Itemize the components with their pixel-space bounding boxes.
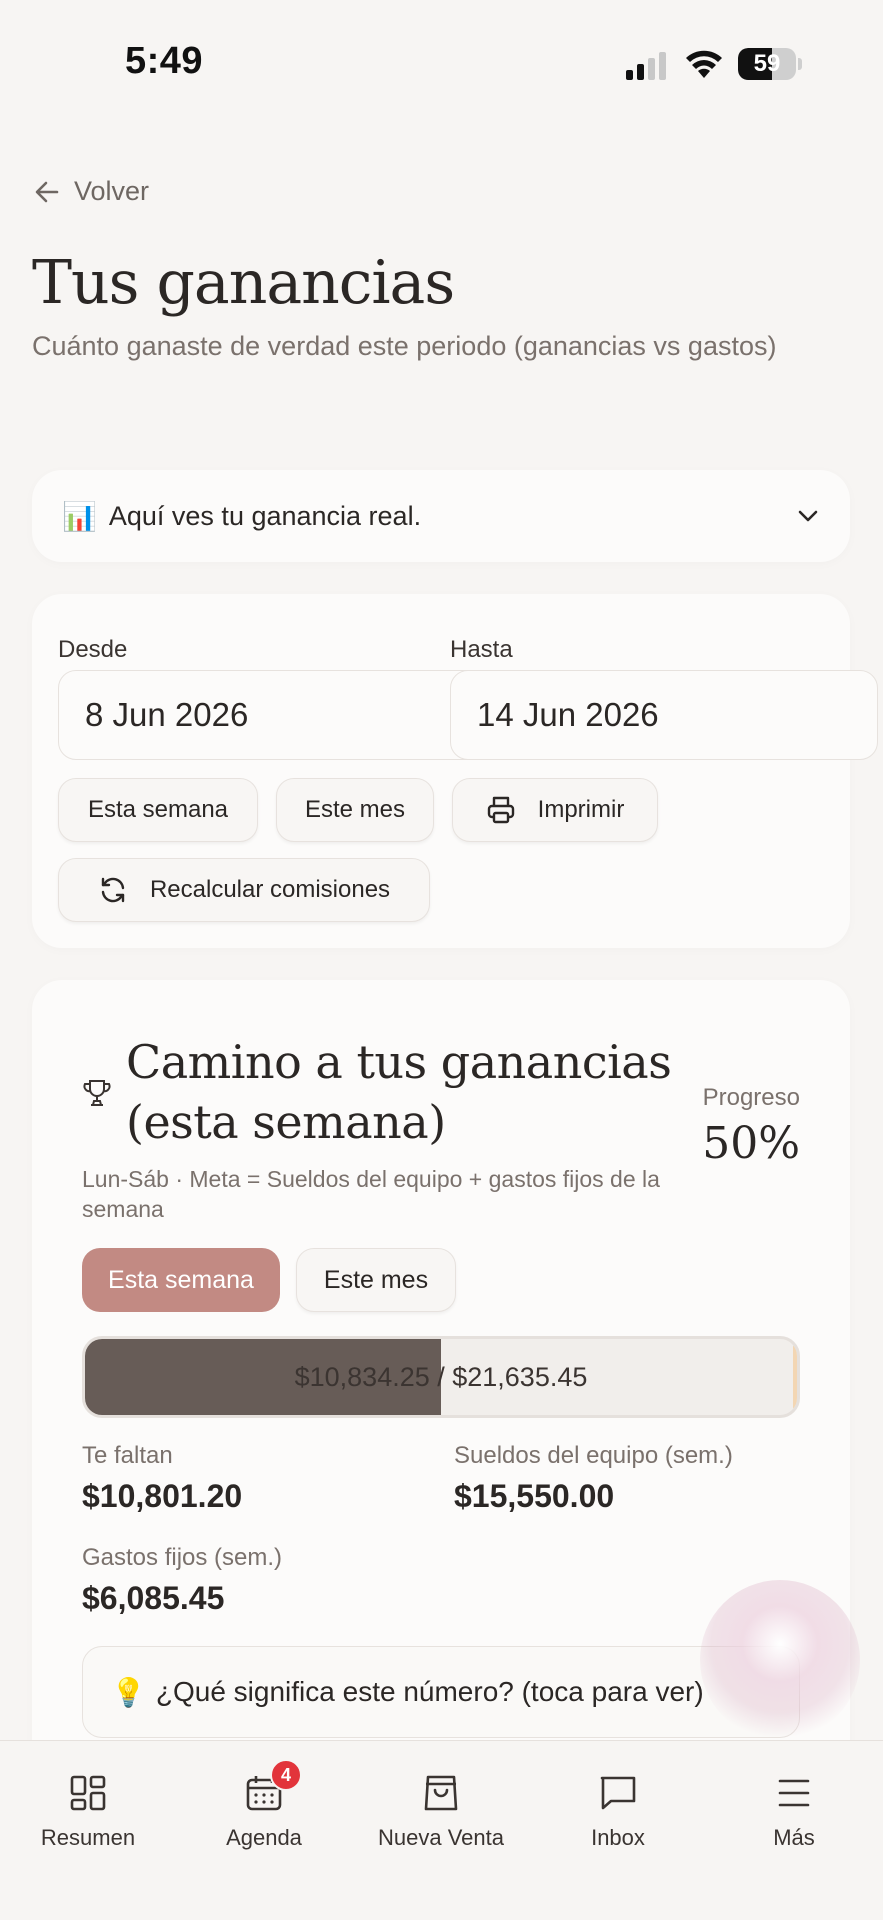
date-range-card: Desde Hasta 8 Jun 2026 14 Jun 2026 Esta … (32, 594, 878, 948)
print-button[interactable]: Imprimir (452, 778, 658, 842)
bottom-nav: Resumen 4 Agenda Nueva Venta Inbox Más (0, 1740, 883, 1920)
arrow-left-icon (35, 181, 59, 202)
fixed-costs-value: $6,085.45 (82, 1580, 225, 1616)
lightbulb-icon: 💡 (111, 1676, 146, 1708)
chevron-down-icon (798, 510, 818, 522)
this-month-button[interactable]: Este mes (276, 778, 434, 842)
progress-bar-text: $10,834.25 / $21,635.45 (294, 1361, 588, 1392)
nav-label-nueva-venta: Nueva Venta (378, 1825, 504, 1850)
this-month-label: Este mes (304, 796, 406, 823)
page-title: Tus ganancias (32, 248, 455, 318)
tab-this-month[interactable]: Este mes (296, 1248, 456, 1312)
nav-label-resumen: Resumen (40, 1825, 136, 1850)
progress-label: Progreso (702, 1084, 800, 1111)
bag-icon (424, 1775, 458, 1811)
progress-subtitle: Lun-Sáb · Meta = Sueldos del equipo + ga… (82, 1166, 660, 1222)
tab-this-week[interactable]: Esta semana (82, 1248, 280, 1312)
back-label: Volver (74, 176, 150, 206)
this-week-label: Esta semana (87, 796, 229, 823)
nav-item-inbox[interactable]: Inbox (530, 1741, 706, 1851)
menu-icon (778, 1779, 810, 1807)
chart-emoji-icon: 📊 (62, 500, 97, 532)
trophy-icon (83, 1080, 111, 1106)
progress-percent: 50% (702, 1118, 800, 1169)
tab-this-week-label: Esta semana (108, 1265, 254, 1294)
battery-level: 59 (753, 50, 781, 77)
progress-bar: $10,834.25 / $21,635.45 (82, 1336, 800, 1418)
from-label: Desde (58, 636, 128, 663)
nav-label-inbox: Inbox (591, 1825, 645, 1850)
nav-item-agenda[interactable]: 4 Agenda (176, 1741, 352, 1851)
tab-this-month-label: Este mes (323, 1265, 429, 1294)
remaining-label: Te faltan (82, 1442, 173, 1469)
recalc-commissions-button[interactable]: Recalcular comisiones (58, 858, 430, 922)
salaries-value: $15,550.00 (454, 1478, 615, 1514)
signal-icon (626, 52, 666, 80)
info-panel-text: Aquí ves tu ganancia real. (108, 500, 422, 531)
from-date-input[interactable]: 8 Jun 2026 (58, 670, 484, 760)
printer-icon (487, 796, 514, 824)
to-label: Hasta (450, 636, 513, 663)
refresh-icon (101, 877, 125, 903)
nav-item-resumen[interactable]: Resumen (0, 1741, 176, 1851)
remaining-value: $10,801.20 (82, 1478, 243, 1514)
salaries-label: Sueldos del equipo (sem.) (454, 1442, 733, 1469)
print-label: Imprimir (537, 796, 625, 823)
recalc-label: Recalcular comisiones (149, 876, 391, 903)
message-icon (600, 1776, 636, 1810)
battery-icon: 59 (738, 48, 802, 80)
back-button[interactable]: Volver (34, 176, 149, 207)
grid-icon (70, 1775, 106, 1811)
floating-assistant-orb[interactable] (700, 1580, 860, 1740)
meaning-hint-text: ¿Qué significa este número? (toca para v… (155, 1676, 704, 1707)
this-week-button[interactable]: Esta semana (58, 778, 258, 842)
progress-title: Camino a tus ganancias (esta semana) (126, 1035, 672, 1149)
nav-label-mas: Más (773, 1825, 815, 1850)
status-time: 5:49 (125, 40, 204, 82)
wifi-icon (686, 50, 722, 78)
agenda-badge: 4 (270, 1759, 302, 1791)
nav-item-mas[interactable]: Más (706, 1741, 882, 1851)
nav-label-agenda: Agenda (226, 1825, 302, 1850)
info-panel[interactable]: 📊 Aquí ves tu ganancia real. (32, 470, 850, 562)
meaning-hint-button[interactable]: 💡 ¿Qué significa este número? (toca para… (82, 1646, 800, 1738)
fixed-costs-label: Gastos fijos (sem.) (82, 1544, 283, 1571)
page-subtitle: Cuánto ganaste de verdad este periodo (g… (32, 331, 777, 361)
nav-item-nueva-venta[interactable]: Nueva Venta (353, 1741, 529, 1851)
to-date-input[interactable]: 14 Jun 2026 (450, 670, 878, 760)
